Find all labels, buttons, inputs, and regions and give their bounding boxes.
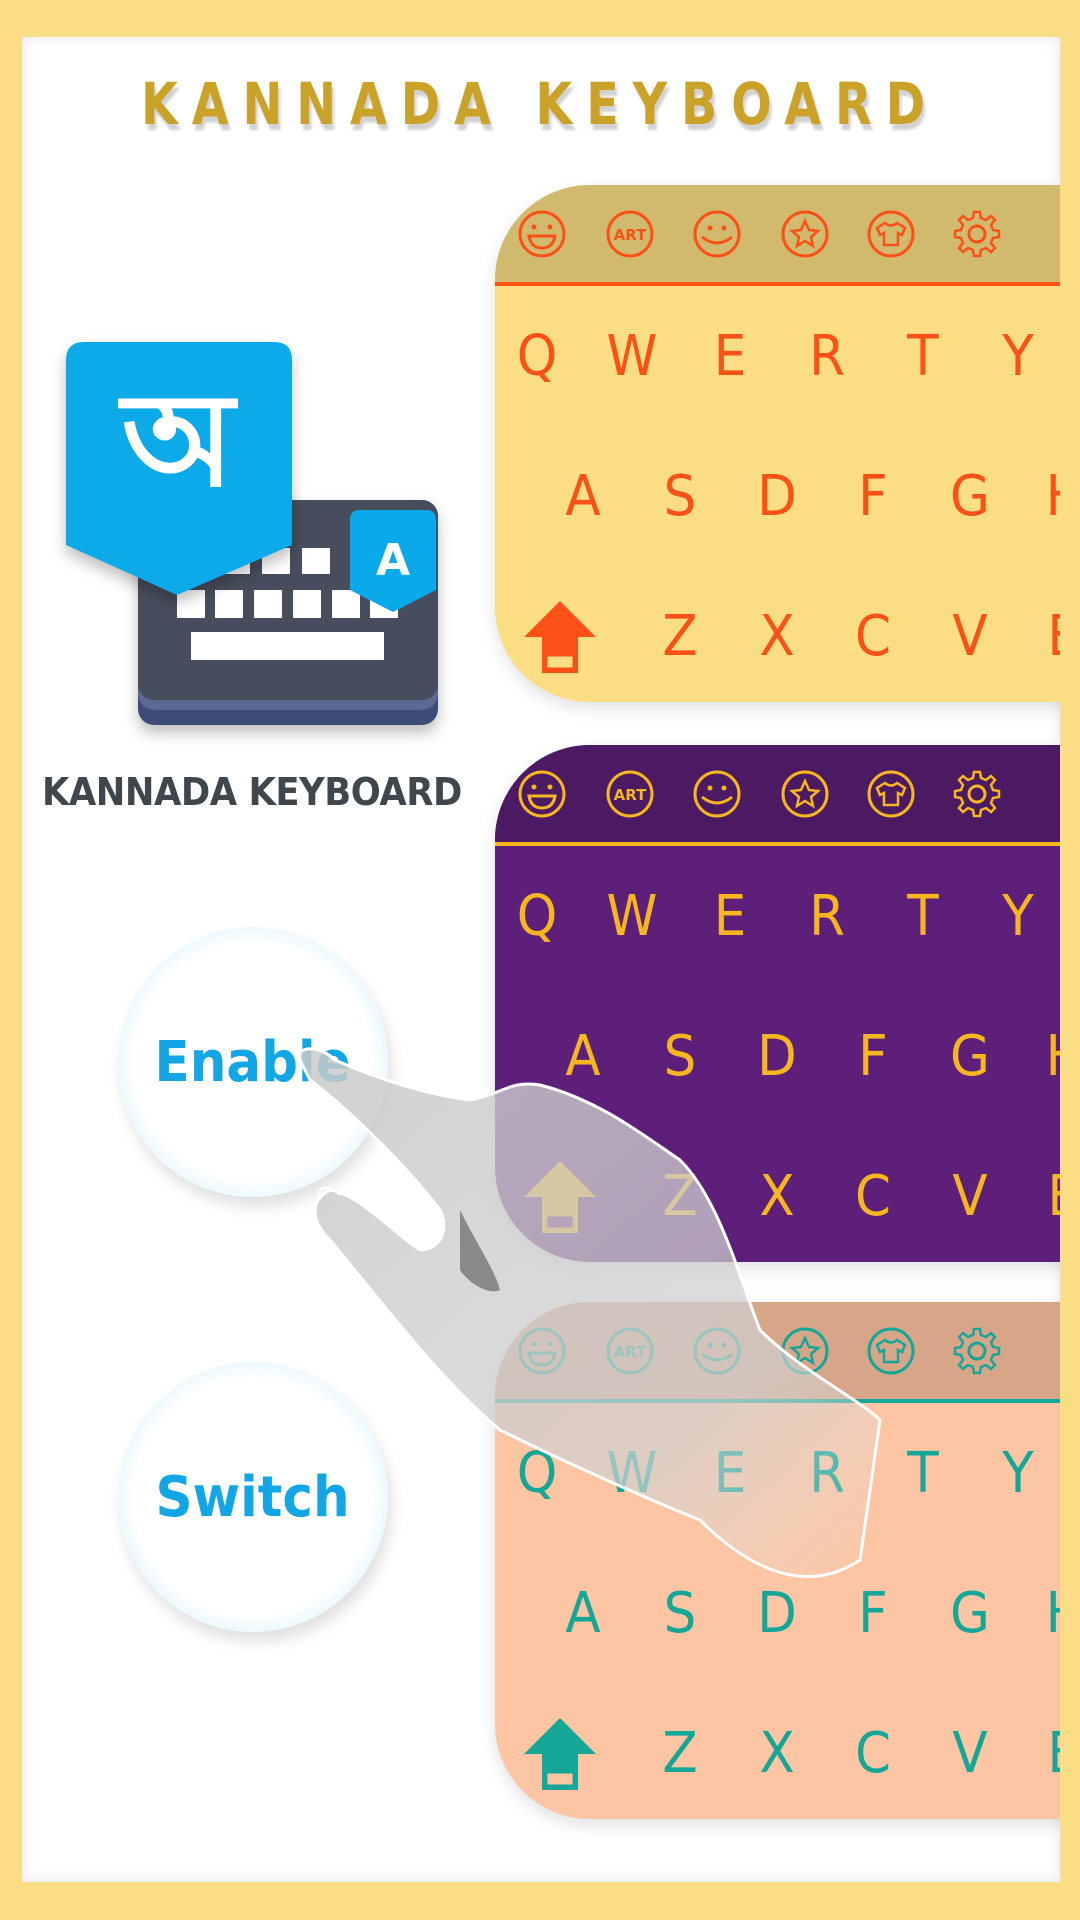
key-a[interactable]: A [565, 469, 600, 525]
keyboard-toolbar: ART [495, 1302, 1080, 1403]
art-icon[interactable]: ART [605, 1326, 655, 1376]
key-r[interactable]: R [809, 1446, 845, 1502]
key-y[interactable]: Y [1002, 889, 1033, 945]
key-z[interactable]: Z [662, 1726, 697, 1782]
key-q[interactable]: Q [517, 1446, 558, 1502]
key-g[interactable]: G [950, 469, 990, 525]
key-a[interactable]: A [565, 1586, 600, 1642]
key-x[interactable]: X [759, 1726, 794, 1782]
key-g[interactable]: G [950, 1586, 990, 1642]
key-x[interactable]: X [759, 609, 794, 665]
star-icon[interactable] [780, 1326, 830, 1376]
settings-gear-icon[interactable] [952, 1326, 1002, 1376]
keyboard-toolbar: ART [495, 185, 1080, 286]
key-f[interactable]: F [858, 1586, 888, 1642]
key-w[interactable]: W [607, 1446, 658, 1502]
keyboard-theme-purple[interactable]: ARTQWERTYASDFGHZXCVB [495, 745, 1080, 1262]
svg-text:ART: ART [614, 226, 647, 244]
smiley-icon[interactable] [692, 209, 742, 259]
logo-badge-letter: A [376, 535, 410, 586]
key-d[interactable]: D [757, 469, 797, 525]
keyboard-theme-yellow[interactable]: ARTQWERTYASDFGHZXCVB [495, 185, 1080, 702]
key-r[interactable]: R [809, 329, 845, 385]
key-w[interactable]: W [607, 329, 658, 385]
key-a[interactable]: A [565, 1029, 600, 1085]
settings-gear-icon[interactable] [952, 209, 1002, 259]
key-v[interactable]: V [952, 1726, 987, 1782]
switch-button-label: Switch [155, 1464, 351, 1530]
key-f[interactable]: F [858, 1029, 888, 1085]
star-icon[interactable] [780, 769, 830, 819]
key-c[interactable]: C [855, 1169, 891, 1225]
key-z[interactable]: Z [662, 1169, 697, 1225]
shift-key-icon[interactable] [522, 1716, 598, 1792]
emoji-laugh-icon[interactable] [517, 769, 567, 819]
key-w[interactable]: W [607, 889, 658, 945]
app-name-label: KANNADA KEYBOARD [42, 770, 462, 814]
logo-glyph: অ [118, 364, 239, 516]
key-r[interactable]: R [809, 889, 845, 945]
key-e[interactable]: E [714, 1446, 747, 1502]
app-logo-icon: A অ [66, 342, 438, 725]
enable-button[interactable]: Enable [118, 927, 388, 1197]
key-e[interactable]: E [714, 889, 747, 945]
key-s[interactable]: S [664, 1586, 697, 1642]
key-c[interactable]: C [855, 609, 891, 665]
key-y[interactable]: Y [1002, 329, 1033, 385]
key-g[interactable]: G [950, 1029, 990, 1085]
key-t[interactable]: T [907, 889, 938, 945]
key-d[interactable]: D [757, 1586, 797, 1642]
shift-key-icon[interactable] [522, 599, 598, 675]
art-icon[interactable]: ART [605, 769, 655, 819]
theme-shirt-icon[interactable] [866, 1326, 916, 1376]
key-c[interactable]: C [855, 1726, 891, 1782]
key-t[interactable]: T [907, 1446, 938, 1502]
star-icon[interactable] [780, 209, 830, 259]
key-e[interactable]: E [714, 329, 747, 385]
key-q[interactable]: Q [517, 329, 558, 385]
settings-gear-icon[interactable] [952, 769, 1002, 819]
smiley-icon[interactable] [692, 769, 742, 819]
key-v[interactable]: V [952, 1169, 987, 1225]
key-s[interactable]: S [664, 469, 697, 525]
theme-shirt-icon[interactable] [866, 769, 916, 819]
svg-text:ART: ART [614, 1343, 647, 1361]
emoji-laugh-icon[interactable] [517, 209, 567, 259]
key-y[interactable]: Y [1002, 1446, 1033, 1502]
frame-right [1060, 0, 1080, 1920]
key-s[interactable]: S [664, 1029, 697, 1085]
key-f[interactable]: F [858, 469, 888, 525]
enable-button-label: Enable [154, 1029, 352, 1095]
emoji-laugh-icon[interactable] [517, 1326, 567, 1376]
theme-shirt-icon[interactable] [866, 209, 916, 259]
key-z[interactable]: Z [662, 609, 697, 665]
keyboard-theme-peach[interactable]: ARTQWERTYASDFGHZXCVB [495, 1302, 1080, 1819]
switch-button[interactable]: Switch [118, 1362, 388, 1632]
art-icon[interactable]: ART [605, 209, 655, 259]
svg-text:ART: ART [614, 786, 647, 804]
key-x[interactable]: X [759, 1169, 794, 1225]
smiley-icon[interactable] [692, 1326, 742, 1376]
key-d[interactable]: D [757, 1029, 797, 1085]
shift-key-icon[interactable] [522, 1159, 598, 1235]
key-q[interactable]: Q [517, 889, 558, 945]
key-v[interactable]: V [952, 609, 987, 665]
keyboard-toolbar: ART [495, 745, 1080, 846]
key-t[interactable]: T [907, 329, 938, 385]
